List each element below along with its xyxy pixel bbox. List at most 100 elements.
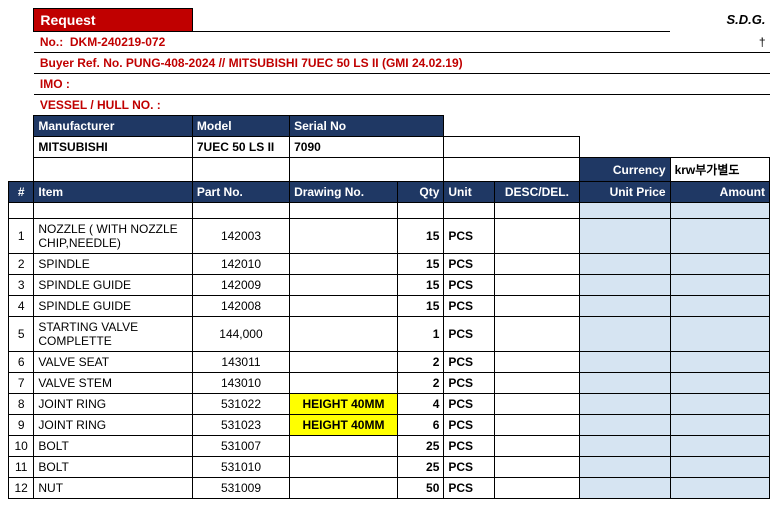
row-part: 144,000 — [192, 317, 289, 352]
request-label: Request — [34, 9, 193, 32]
row-part: 531010 — [192, 457, 289, 478]
row-drawing — [290, 296, 398, 317]
row-unit: PCS — [444, 275, 495, 296]
row-price — [579, 254, 670, 275]
table-row: 4SPINDLE GUIDE14200815PCS — [9, 296, 770, 317]
row-drawing — [290, 317, 398, 352]
row-unit: PCS — [444, 394, 495, 415]
row-number: 1 — [9, 219, 34, 254]
manufacturer-header: Manufacturer — [34, 116, 193, 137]
col-drawing: Drawing No. — [290, 182, 398, 203]
row-number: 11 — [9, 457, 34, 478]
table-row: 12NUT53100950PCS — [9, 478, 770, 499]
model-value: 7UEC 50 LS II — [192, 137, 289, 158]
row-item: SPINDLE GUIDE — [34, 275, 193, 296]
row-price — [579, 296, 670, 317]
row-qty: 50 — [397, 478, 444, 499]
row-unit: PCS — [444, 478, 495, 499]
col-part: Part No. — [192, 182, 289, 203]
row-item: JOINT RING — [34, 394, 193, 415]
row-drawing — [290, 478, 398, 499]
row-item: SPINDLE GUIDE — [34, 296, 193, 317]
row-amount — [670, 317, 769, 352]
col-amount: Amount — [670, 182, 769, 203]
row-desc — [495, 352, 580, 373]
row-amount — [670, 415, 769, 436]
model-header: Model — [192, 116, 289, 137]
row-price — [579, 415, 670, 436]
row-number: 12 — [9, 478, 34, 499]
row-qty: 4 — [397, 394, 444, 415]
row-item: VALVE STEM — [34, 373, 193, 394]
spacer-row — [9, 203, 770, 219]
serial-header: Serial No — [290, 116, 444, 137]
row-item: STARTING VALVE COMPLETTE — [34, 317, 193, 352]
row-number: 8 — [9, 394, 34, 415]
row-amount — [670, 254, 769, 275]
currency-label: Currency — [579, 158, 670, 182]
row-qty: 15 — [397, 296, 444, 317]
row-desc — [495, 436, 580, 457]
col-item: Item — [34, 182, 193, 203]
col-desc: DESC/DEL. — [495, 182, 580, 203]
row-unit: PCS — [444, 436, 495, 457]
row-unit: PCS — [444, 219, 495, 254]
row-price — [579, 352, 670, 373]
row-amount — [670, 352, 769, 373]
column-header-row: # Item Part No. Drawing No. Qty Unit DES… — [9, 182, 770, 203]
row-amount — [670, 275, 769, 296]
row-drawing — [290, 373, 398, 394]
row-qty: 15 — [397, 254, 444, 275]
table-row: 3SPINDLE GUIDE142009 15PCS — [9, 275, 770, 296]
row-part: 531007 — [192, 436, 289, 457]
row-amount — [670, 296, 769, 317]
row-drawing — [290, 352, 398, 373]
row-part: 531022 — [192, 394, 289, 415]
row-part: 142008 — [192, 296, 289, 317]
row-price — [579, 275, 670, 296]
table-row: 2SPINDLE14201015PCS — [9, 254, 770, 275]
row-desc — [495, 373, 580, 394]
row-part: 142009 — [192, 275, 289, 296]
row-qty: 25 — [397, 457, 444, 478]
row-part: 142003 — [192, 219, 289, 254]
table-row: 11BOLT53101025PCS — [9, 457, 770, 478]
table-row: 8JOINT RING531022HEIGHT 40MM4PCS — [9, 394, 770, 415]
row-part: 142010 — [192, 254, 289, 275]
row-amount — [670, 219, 769, 254]
row-item: VALVE SEAT — [34, 352, 193, 373]
row-qty: 25 — [397, 436, 444, 457]
row-amount — [670, 394, 769, 415]
table-row: 5STARTING VALVE COMPLETTE144,0001PCS — [9, 317, 770, 352]
row-number: 3 — [9, 275, 34, 296]
row-qty: 15 — [397, 275, 444, 296]
row-price — [579, 394, 670, 415]
row-amount — [670, 478, 769, 499]
row-drawing — [290, 436, 398, 457]
row-item: NUT — [34, 478, 193, 499]
col-hash: # — [9, 182, 34, 203]
row-desc — [495, 254, 580, 275]
row-qty: 2 — [397, 373, 444, 394]
row-unit: PCS — [444, 352, 495, 373]
col-qty: Qty — [397, 182, 444, 203]
row-desc — [495, 457, 580, 478]
row-desc — [495, 317, 580, 352]
row-price — [579, 478, 670, 499]
row-price — [579, 219, 670, 254]
table-row: 6VALVE SEAT1430112PCS — [9, 352, 770, 373]
row-desc — [495, 478, 580, 499]
row-drawing: HEIGHT 40MM — [290, 415, 398, 436]
row-qty: 2 — [397, 352, 444, 373]
imo-label: IMO : — [34, 74, 770, 95]
table-row: 7VALVE STEM1430102PCS — [9, 373, 770, 394]
row-amount — [670, 436, 769, 457]
serial-value: 7090 — [290, 137, 444, 158]
row-unit: PCS — [444, 457, 495, 478]
no-value: DKM-240219-072 — [70, 35, 165, 49]
row-item: BOLT — [34, 436, 193, 457]
row-drawing — [290, 275, 398, 296]
row-amount — [670, 457, 769, 478]
table-row: 9JOINT RING531023HEIGHT 40MM6PCS — [9, 415, 770, 436]
row-qty: 6 — [397, 415, 444, 436]
